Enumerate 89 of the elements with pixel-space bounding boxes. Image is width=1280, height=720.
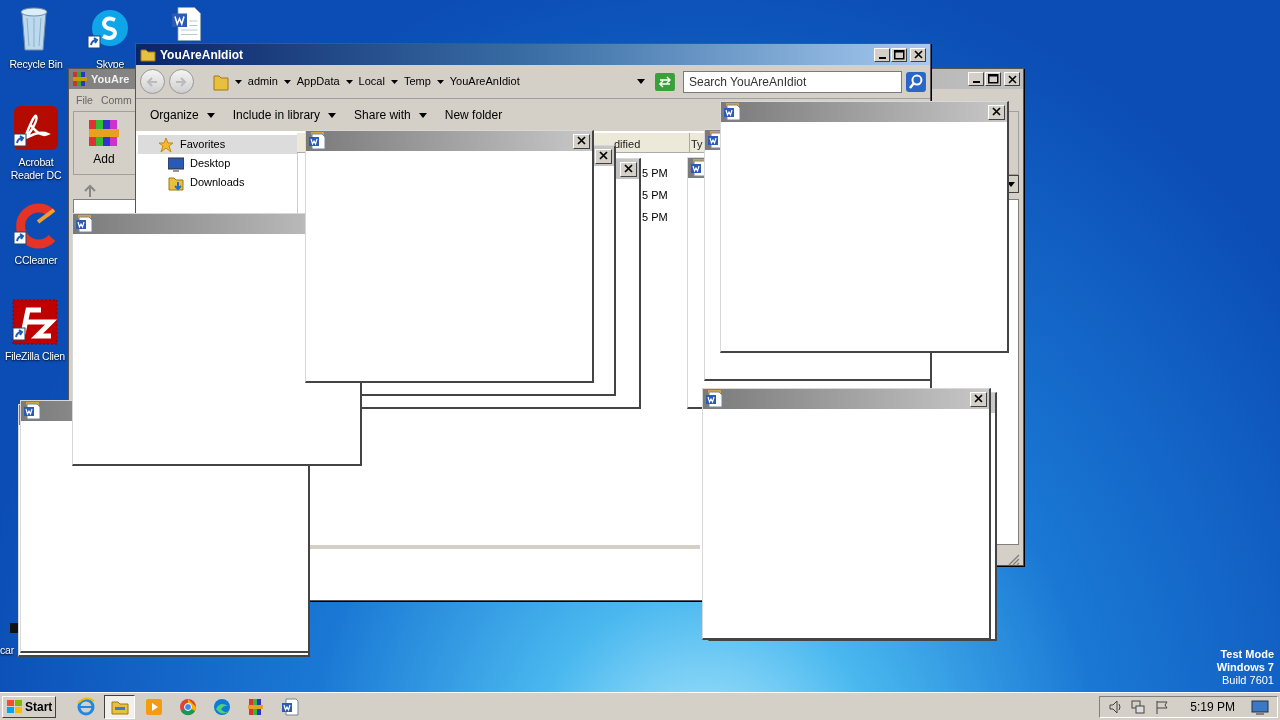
caret-icon[interactable] — [390, 79, 398, 84]
close-button[interactable] — [970, 391, 987, 407]
caret-icon — [328, 112, 337, 118]
caret-icon[interactable] — [234, 79, 242, 84]
breadcrumb-item[interactable]: YouAreAnIdiot — [449, 73, 520, 90]
download-folder-icon — [168, 174, 184, 191]
toolbar-button[interactable]: Include in library — [224, 102, 345, 128]
media-player-icon — [143, 696, 164, 717]
caret-icon — [206, 112, 215, 118]
close-icon — [623, 164, 634, 174]
maximize-icon — [893, 49, 905, 60]
caret-icon — [418, 112, 427, 118]
folder-icon — [212, 72, 229, 91]
icon-label[interactable]: Recycle Bin — [9, 58, 63, 71]
maximize-button[interactable] — [985, 72, 1001, 86]
breadcrumb-item[interactable]: Local — [358, 73, 385, 90]
minimize-icon — [878, 56, 886, 59]
icon-label[interactable]: CCleaner — [14, 254, 58, 267]
table-cell-text: 5 PM — [642, 166, 668, 181]
close-button[interactable] — [573, 133, 590, 149]
monitor-icon — [168, 155, 184, 172]
taskbar-button[interactable] — [104, 694, 136, 719]
toolbar-button[interactable]: Share with — [346, 102, 435, 128]
close-icon — [1007, 74, 1017, 84]
folder-icon — [140, 46, 156, 63]
caret-icon[interactable] — [283, 79, 291, 84]
icon-label[interactable]: Acrobat Reader DC — [3, 156, 69, 182]
column-header[interactable]: dified — [614, 134, 686, 154]
network-icon[interactable] — [1130, 698, 1147, 715]
dropdown-caret-icon[interactable] — [637, 79, 646, 84]
speaker-icon[interactable] — [1108, 698, 1123, 715]
edge-icon — [211, 696, 232, 717]
close-button[interactable] — [620, 161, 637, 177]
close-button[interactable] — [910, 47, 926, 62]
close-button[interactable] — [988, 104, 1005, 120]
close-icon — [913, 50, 923, 59]
menu-item[interactable]: Comm — [100, 93, 132, 109]
breadcrumb-item[interactable]: Temp — [403, 73, 431, 90]
minimize-icon — [972, 81, 980, 83]
minimize-button[interactable] — [874, 47, 890, 62]
acrobat-icon[interactable] — [12, 104, 60, 152]
icon-label[interactable]: FileZilla Clien — [5, 350, 65, 363]
refresh-icon[interactable] — [655, 72, 675, 91]
archive-icon — [72, 71, 88, 87]
star-icon — [158, 136, 174, 153]
back-arrow-icon — [146, 76, 159, 87]
toolbar-button[interactable]: Add — [82, 116, 126, 168]
maximize-icon — [987, 74, 999, 84]
icon-label[interactable]: car — [0, 644, 14, 657]
flag-icon[interactable] — [1154, 698, 1171, 715]
column-header[interactable]: Ty — [691, 134, 704, 154]
watermark-text: Windows 7 — [1216, 661, 1274, 674]
toolbar-button[interactable]: Organize — [142, 102, 223, 128]
close-icon — [973, 394, 984, 404]
nav-item[interactable]: Desktop — [138, 154, 297, 173]
show-desktop-icon[interactable] — [1251, 698, 1269, 715]
filezilla-icon[interactable] — [11, 298, 59, 346]
window-title: YouAre — [91, 71, 130, 87]
menu-item[interactable]: File — [76, 93, 93, 109]
archive-icon — [245, 696, 266, 717]
search-field[interactable]: Search YouAreAnIdiot — [682, 70, 903, 93]
window-title: YouAreAnIdiot — [160, 46, 244, 64]
icon-label[interactable]: Skype — [95, 58, 125, 71]
chrome-icon — [177, 696, 198, 717]
breadcrumb-item[interactable]: admin — [247, 73, 278, 90]
caret-icon[interactable] — [345, 79, 353, 84]
search-icon[interactable] — [906, 71, 926, 92]
resize-grip-icon[interactable] — [1007, 553, 1021, 567]
caret-icon[interactable] — [436, 79, 444, 84]
breadcrumb-item[interactable]: AppData — [296, 73, 340, 90]
nav-item[interactable]: Downloads — [138, 173, 297, 192]
nav-item[interactable]: Favorites — [138, 135, 297, 154]
windows-logo-icon — [6, 699, 23, 714]
close-icon — [576, 136, 587, 146]
close-icon — [991, 107, 1002, 117]
start-button[interactable]: Start — [2, 695, 57, 718]
maximize-button[interactable] — [891, 47, 907, 62]
document-icon — [279, 696, 300, 717]
table-cell-text: 5 PM — [642, 188, 668, 203]
browser-e-icon — [75, 696, 96, 717]
watermark-text: Build 7601 — [1222, 674, 1274, 687]
close-button[interactable] — [1004, 72, 1020, 86]
watermark-text: Test Mode — [1220, 648, 1274, 661]
table-cell-text: 5 PM — [642, 210, 668, 225]
forward-arrow-icon — [175, 76, 188, 87]
close-button[interactable] — [595, 148, 612, 164]
close-icon — [598, 151, 609, 161]
minimize-button[interactable] — [968, 72, 984, 86]
toolbar-button[interactable]: New folder — [436, 102, 511, 128]
